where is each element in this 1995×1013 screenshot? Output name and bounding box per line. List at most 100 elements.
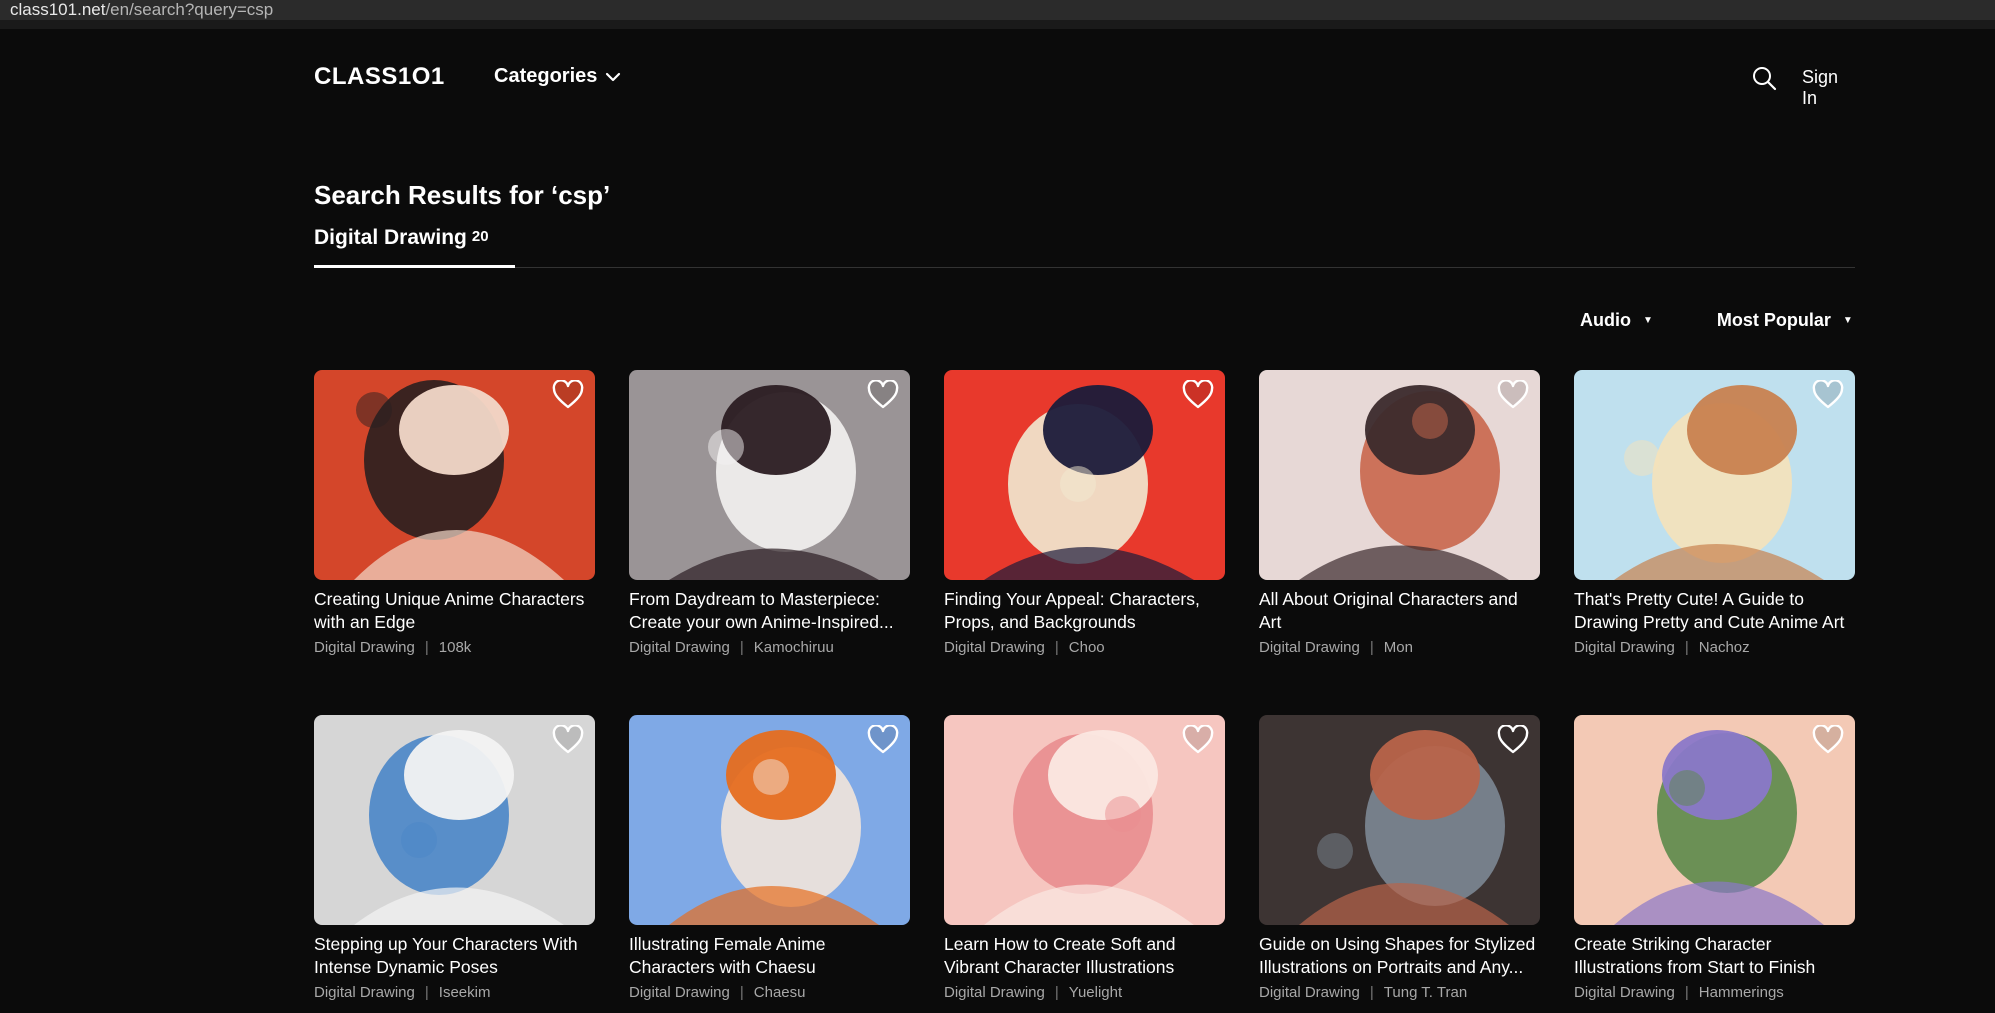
heart-icon[interactable] — [1812, 380, 1844, 410]
site-header: CLASS1O1 Categories Sign In — [314, 58, 1855, 108]
sort-label: Most Popular — [1716, 310, 1831, 330]
course-title[interactable]: That's Pretty Cute! A Guide to Drawing P… — [1574, 588, 1855, 634]
course-category: Digital Drawing — [314, 984, 415, 1001]
tab-digital-drawing[interactable]: Digital Drawing 20 — [314, 226, 515, 268]
course-meta: Digital Drawing | Hammerings — [1574, 984, 1855, 1001]
course-card[interactable]: All About Original Characters and Art Dig… — [1259, 370, 1540, 656]
course-category: Digital Drawing — [944, 639, 1045, 656]
course-author: Nachoz — [1698, 639, 1750, 656]
course-thumbnail[interactable] — [944, 370, 1225, 580]
course-card[interactable]: Guide on Using Shapes for Stylized Illus… — [1259, 715, 1540, 1001]
chevron-down-icon — [606, 72, 621, 81]
course-title[interactable]: All About Original Characters and Art — [1259, 588, 1540, 634]
meta-separator: | — [739, 984, 744, 1001]
categories-menu[interactable]: Categories — [494, 65, 621, 88]
meta-separator: | — [1684, 639, 1689, 656]
course-card[interactable]: That's Pretty Cute! A Guide to Drawing P… — [1574, 370, 1855, 656]
course-thumbnail[interactable] — [1259, 370, 1540, 580]
audio-filter-label: Audio — [1580, 310, 1631, 330]
heart-icon[interactable] — [867, 725, 899, 755]
meta-separator: | — [1369, 639, 1374, 656]
course-category: Digital Drawing — [314, 639, 415, 656]
course-author: Chaesu — [753, 984, 806, 1001]
course-author: 108k — [438, 639, 472, 656]
course-title[interactable]: Learn How to Create Soft and Vibrant Cha… — [944, 933, 1225, 979]
course-card[interactable]: Create Striking Character Illustrations … — [1574, 715, 1855, 1001]
browser-address-bar[interactable]: class101.net/en/search?query=csp — [0, 0, 1995, 29]
heart-icon[interactable] — [552, 380, 584, 410]
course-author: Choo — [1068, 639, 1105, 656]
page-title: Search Results for ‘csp’ — [314, 180, 611, 210]
course-title[interactable]: Finding Your Appeal: Characters, Props, … — [944, 588, 1225, 634]
course-author: Mon — [1383, 639, 1413, 656]
course-thumbnail[interactable] — [1574, 370, 1855, 580]
course-card[interactable]: Illustrating Female Anime Characters wit… — [629, 715, 910, 1001]
course-thumbnail[interactable] — [314, 715, 595, 925]
url-path: /en/search?query=csp — [105, 0, 274, 19]
course-author: Iseekim — [438, 984, 491, 1001]
filter-bar: Audio ▼ Most Popular ▼ — [1580, 310, 1853, 331]
course-thumbnail[interactable] — [1259, 715, 1540, 925]
course-author: Kamochiruu — [753, 639, 834, 656]
course-card[interactable]: Learn How to Create Soft and Vibrant Cha… — [944, 715, 1225, 1001]
caret-down-icon: ▼ — [1643, 315, 1653, 326]
course-meta: Digital Drawing | Nachoz — [1574, 639, 1855, 656]
meta-separator: | — [1054, 639, 1059, 656]
course-title[interactable]: Illustrating Female Anime Characters wit… — [629, 933, 910, 979]
course-thumbnail[interactable] — [314, 370, 595, 580]
course-card[interactable]: Stepping up Your Characters With Intense… — [314, 715, 595, 1001]
url-text[interactable]: class101.net/en/search?query=csp — [10, 0, 273, 20]
course-card[interactable]: Creating Unique Anime Characters with an… — [314, 370, 595, 656]
logo[interactable]: CLASS1O1 — [314, 63, 445, 91]
tab-count: 20 — [471, 228, 489, 245]
course-category: Digital Drawing — [629, 984, 730, 1001]
meta-separator: | — [739, 639, 744, 656]
course-meta: Digital Drawing | Yuelight — [944, 984, 1225, 1001]
course-meta: Digital Drawing | 108k — [314, 639, 595, 656]
course-meta: Digital Drawing | Chaesu — [629, 984, 910, 1001]
course-category: Digital Drawing — [1259, 639, 1360, 656]
meta-separator: | — [1684, 984, 1689, 1001]
course-category: Digital Drawing — [1574, 639, 1675, 656]
course-title[interactable]: Create Striking Character Illustrations … — [1574, 933, 1855, 979]
sign-in-link[interactable]: Sign In — [1802, 67, 1855, 109]
meta-separator: | — [1054, 984, 1059, 1001]
course-meta: Digital Drawing | Choo — [944, 639, 1225, 656]
audio-filter-dropdown[interactable]: Audio ▼ — [1580, 310, 1653, 331]
heart-icon[interactable] — [1497, 380, 1529, 410]
search-icon[interactable] — [1751, 65, 1777, 91]
course-category: Digital Drawing — [1259, 984, 1360, 1001]
course-thumbnail[interactable] — [629, 370, 910, 580]
heart-icon[interactable] — [552, 725, 584, 755]
course-title[interactable]: Creating Unique Anime Characters with an… — [314, 588, 595, 634]
results-tabs: Digital Drawing 20 — [314, 226, 1855, 268]
course-category: Digital Drawing — [1574, 984, 1675, 1001]
course-title[interactable]: From Daydream to Masterpiece: Create you… — [629, 588, 910, 634]
heart-icon[interactable] — [867, 380, 899, 410]
course-card[interactable]: Finding Your Appeal: Characters, Props, … — [944, 370, 1225, 656]
course-author: Yuelight — [1068, 984, 1123, 1001]
course-card[interactable]: From Daydream to Masterpiece: Create you… — [629, 370, 910, 656]
url-host: class101.net — [10, 0, 106, 19]
sort-dropdown[interactable]: Most Popular ▼ — [1717, 310, 1853, 331]
meta-separator: | — [1369, 984, 1374, 1001]
course-thumbnail[interactable] — [944, 715, 1225, 925]
tab-label: Digital Drawing — [314, 226, 467, 249]
course-title[interactable]: Stepping up Your Characters With Intense… — [314, 933, 595, 979]
heart-icon[interactable] — [1812, 725, 1844, 755]
course-title[interactable]: Guide on Using Shapes for Stylized Illus… — [1259, 933, 1540, 979]
course-meta: Digital Drawing | Iseekim — [314, 984, 595, 1001]
meta-separator: | — [424, 984, 429, 1001]
course-category: Digital Drawing — [944, 984, 1045, 1001]
caret-down-icon: ▼ — [1842, 315, 1853, 326]
course-author: Tung T. Tran — [1383, 984, 1468, 1001]
course-thumbnail[interactable] — [629, 715, 910, 925]
course-meta: Digital Drawing | Tung T. Tran — [1259, 984, 1540, 1001]
heart-icon[interactable] — [1182, 380, 1214, 410]
course-thumbnail[interactable] — [1574, 715, 1855, 925]
course-meta: Digital Drawing | Mon — [1259, 639, 1540, 656]
course-category: Digital Drawing — [629, 639, 730, 656]
heart-icon[interactable] — [1182, 725, 1214, 755]
meta-separator: | — [424, 639, 429, 656]
heart-icon[interactable] — [1497, 725, 1529, 755]
